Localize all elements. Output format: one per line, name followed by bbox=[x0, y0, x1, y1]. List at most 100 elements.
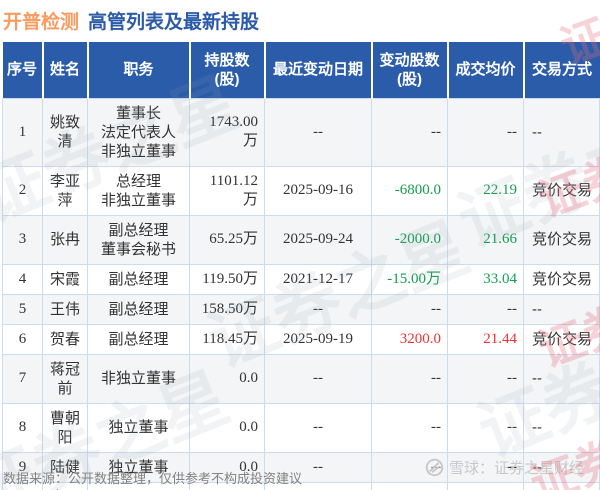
cell-method: -- bbox=[523, 402, 600, 453]
col-header-date: 最近变动日期 bbox=[264, 42, 373, 98]
cell-change: -- bbox=[371, 481, 448, 490]
col-header-position: 职务 bbox=[87, 42, 191, 98]
col-header-sublabel: (股) bbox=[214, 70, 240, 88]
table-row: 7 蒋冠前 非独立董事 0.0 -- -- -- -- bbox=[2, 353, 600, 404]
cell-price: -- bbox=[447, 481, 524, 490]
col-header-label: 职务 bbox=[123, 61, 154, 79]
cell-method: 竞价交易 bbox=[523, 263, 600, 295]
col-header-label: 变动股数 bbox=[379, 51, 440, 69]
cell-shares: 0.0 bbox=[189, 402, 265, 453]
col-header-label: 成交均价 bbox=[455, 61, 516, 79]
table-row: 8 曹朝阳 独立董事 0.0 -- -- -- -- bbox=[2, 402, 600, 453]
brand-watermark: 雪球：证券之星财经 bbox=[425, 457, 584, 478]
cell-no: 6 bbox=[2, 323, 43, 355]
cell-position: 副总经理 董事会秘书 bbox=[87, 214, 190, 265]
cell-position: 董事长 法定代表人 非独立董事 bbox=[87, 97, 190, 167]
cell-shares: 119.50万 bbox=[189, 263, 265, 295]
cell-position: 副总经理 bbox=[87, 293, 190, 325]
cell-change: -- bbox=[371, 353, 448, 404]
cell-date: -- bbox=[264, 97, 372, 167]
cell-date: -- bbox=[264, 353, 372, 404]
cell-no: 5 bbox=[2, 293, 43, 325]
cell-change: -- bbox=[371, 402, 448, 453]
cell-shares: 118.45万 bbox=[189, 323, 265, 355]
cell-change: -15.00万 bbox=[371, 263, 448, 295]
cell-change: -2000.0 bbox=[371, 214, 448, 265]
table-row: 5 王伟 副总经理 158.50万 -- -- -- -- bbox=[2, 293, 600, 325]
cell-method: -- bbox=[523, 293, 600, 325]
cell-date: -- bbox=[264, 293, 372, 325]
table-row: 6 贺春 副总经理 118.45万 2025-09-19 3200.0 21.44 竞价交易 bbox=[2, 323, 600, 355]
cell-position: 副总经理 bbox=[87, 263, 190, 295]
col-header-price: 成交均价 bbox=[447, 42, 525, 98]
table-row: 1 姚致清 董事长 法定代表人 非独立董事 1743.00万 -- -- -- -- bbox=[2, 97, 600, 167]
cell-no: 8 bbox=[2, 402, 43, 453]
col-header-label: 姓名 bbox=[49, 61, 80, 79]
cell-shares: 1101.12万 bbox=[189, 165, 265, 216]
cell-name: 王伟 bbox=[42, 293, 88, 325]
cell-method: -- bbox=[523, 97, 600, 167]
cell-name: 蒋冠前 bbox=[42, 353, 88, 404]
cell-price: -- bbox=[447, 402, 524, 453]
cell-method: 竞价交易 bbox=[523, 165, 600, 216]
cell-method: 竞价交易 bbox=[523, 214, 600, 265]
cell-date: 2025-09-24 bbox=[264, 214, 372, 265]
brand-text: 雪球：证券之星财经 bbox=[448, 460, 584, 477]
cell-shares: 1743.00万 bbox=[189, 97, 265, 167]
table-row: 3 张冉 副总经理 董事会秘书 65.25万 2025-09-24 -2000.0 21.66… bbox=[2, 214, 600, 265]
cell-no: 3 bbox=[2, 214, 43, 265]
cell-no: 2 bbox=[2, 165, 43, 216]
table-header-row: 序号 姓名 职务 持股数 (股) 最近变动日期 变动股数 (股) 成交均价 交易方式 bbox=[2, 42, 600, 98]
cell-method: -- bbox=[523, 481, 600, 490]
cell-name: 李亚萍 bbox=[42, 165, 88, 216]
col-header-label: 序号 bbox=[6, 61, 37, 79]
cell-shares: 0.0 bbox=[189, 353, 265, 404]
table-row: 4 宋霞 副总经理 119.50万 2021-12-17 -15.00万 33.04 竞价交易 bbox=[2, 263, 600, 295]
table-row: 2 李亚萍 总经理 非独立董事 1101.12万 2025-09-16 -6800.0 22.… bbox=[2, 165, 600, 216]
cell-change: -- bbox=[371, 97, 448, 167]
cell-date: 2025-09-19 bbox=[264, 323, 372, 355]
col-header-sublabel: (股) bbox=[397, 70, 422, 88]
cell-price: -- bbox=[447, 97, 524, 167]
col-header-label: 持股数 bbox=[204, 51, 250, 69]
cell-position: 非独立董事 bbox=[87, 353, 190, 404]
cell-price: -- bbox=[447, 293, 524, 325]
cell-change: 3200.0 bbox=[371, 323, 448, 355]
page-title: 开普检测 高管列表及最新持股 bbox=[3, 7, 259, 34]
cell-price: -- bbox=[447, 353, 524, 404]
cell-name: 曹朝阳 bbox=[42, 402, 88, 453]
cell-no: 4 bbox=[2, 263, 43, 295]
cell-name: 张冉 bbox=[42, 214, 88, 265]
col-header-label: 最近变动日期 bbox=[272, 61, 363, 79]
cell-date: 2021-12-17 bbox=[264, 263, 372, 295]
cell-method: 竞价交易 bbox=[523, 323, 600, 355]
cell-change: -6800.0 bbox=[371, 165, 448, 216]
cell-no: 7 bbox=[2, 353, 43, 404]
cell-price: 33.04 bbox=[447, 263, 524, 295]
cell-position: 总经理 非独立董事 bbox=[87, 165, 190, 216]
col-header-label: 交易方式 bbox=[531, 61, 592, 79]
cell-price: 21.44 bbox=[447, 323, 524, 355]
cell-name: 贺春 bbox=[42, 323, 88, 355]
page: 开普检测 高管列表及最新持股 序号 姓名 职务 持股数 (股) 最近变动日期 变动股… bbox=[0, 0, 600, 490]
col-header-method: 交易方式 bbox=[523, 42, 600, 98]
cell-change: -- bbox=[371, 293, 448, 325]
col-header-no: 序号 bbox=[2, 42, 44, 98]
xueqiu-logo-icon bbox=[425, 458, 444, 477]
col-header-name: 姓名 bbox=[42, 42, 89, 98]
page-subtitle: 高管列表及最新持股 bbox=[88, 12, 260, 33]
cell-date: -- bbox=[264, 402, 372, 453]
data-source-note: 数据来源：公开数据整理，仅供参考不构成投资建议 bbox=[3, 471, 303, 486]
stock-name: 开普检测 bbox=[3, 12, 80, 33]
cell-price: 21.66 bbox=[447, 214, 524, 265]
cell-position: 独立董事 bbox=[87, 402, 190, 453]
cell-no: 1 bbox=[2, 97, 43, 167]
cell-shares: 65.25万 bbox=[189, 214, 265, 265]
cell-position: 副总经理 bbox=[87, 323, 190, 355]
cell-price: 22.19 bbox=[447, 165, 524, 216]
cell-date: 2025-09-16 bbox=[264, 165, 372, 216]
cell-name: 宋霞 bbox=[42, 263, 88, 295]
holdings-table: 序号 姓名 职务 持股数 (股) 最近变动日期 变动股数 (股) 成交均价 交易方式… bbox=[2, 42, 600, 490]
cell-name: 姚致清 bbox=[42, 97, 88, 167]
col-header-shares: 持股数 (股) bbox=[189, 42, 266, 98]
